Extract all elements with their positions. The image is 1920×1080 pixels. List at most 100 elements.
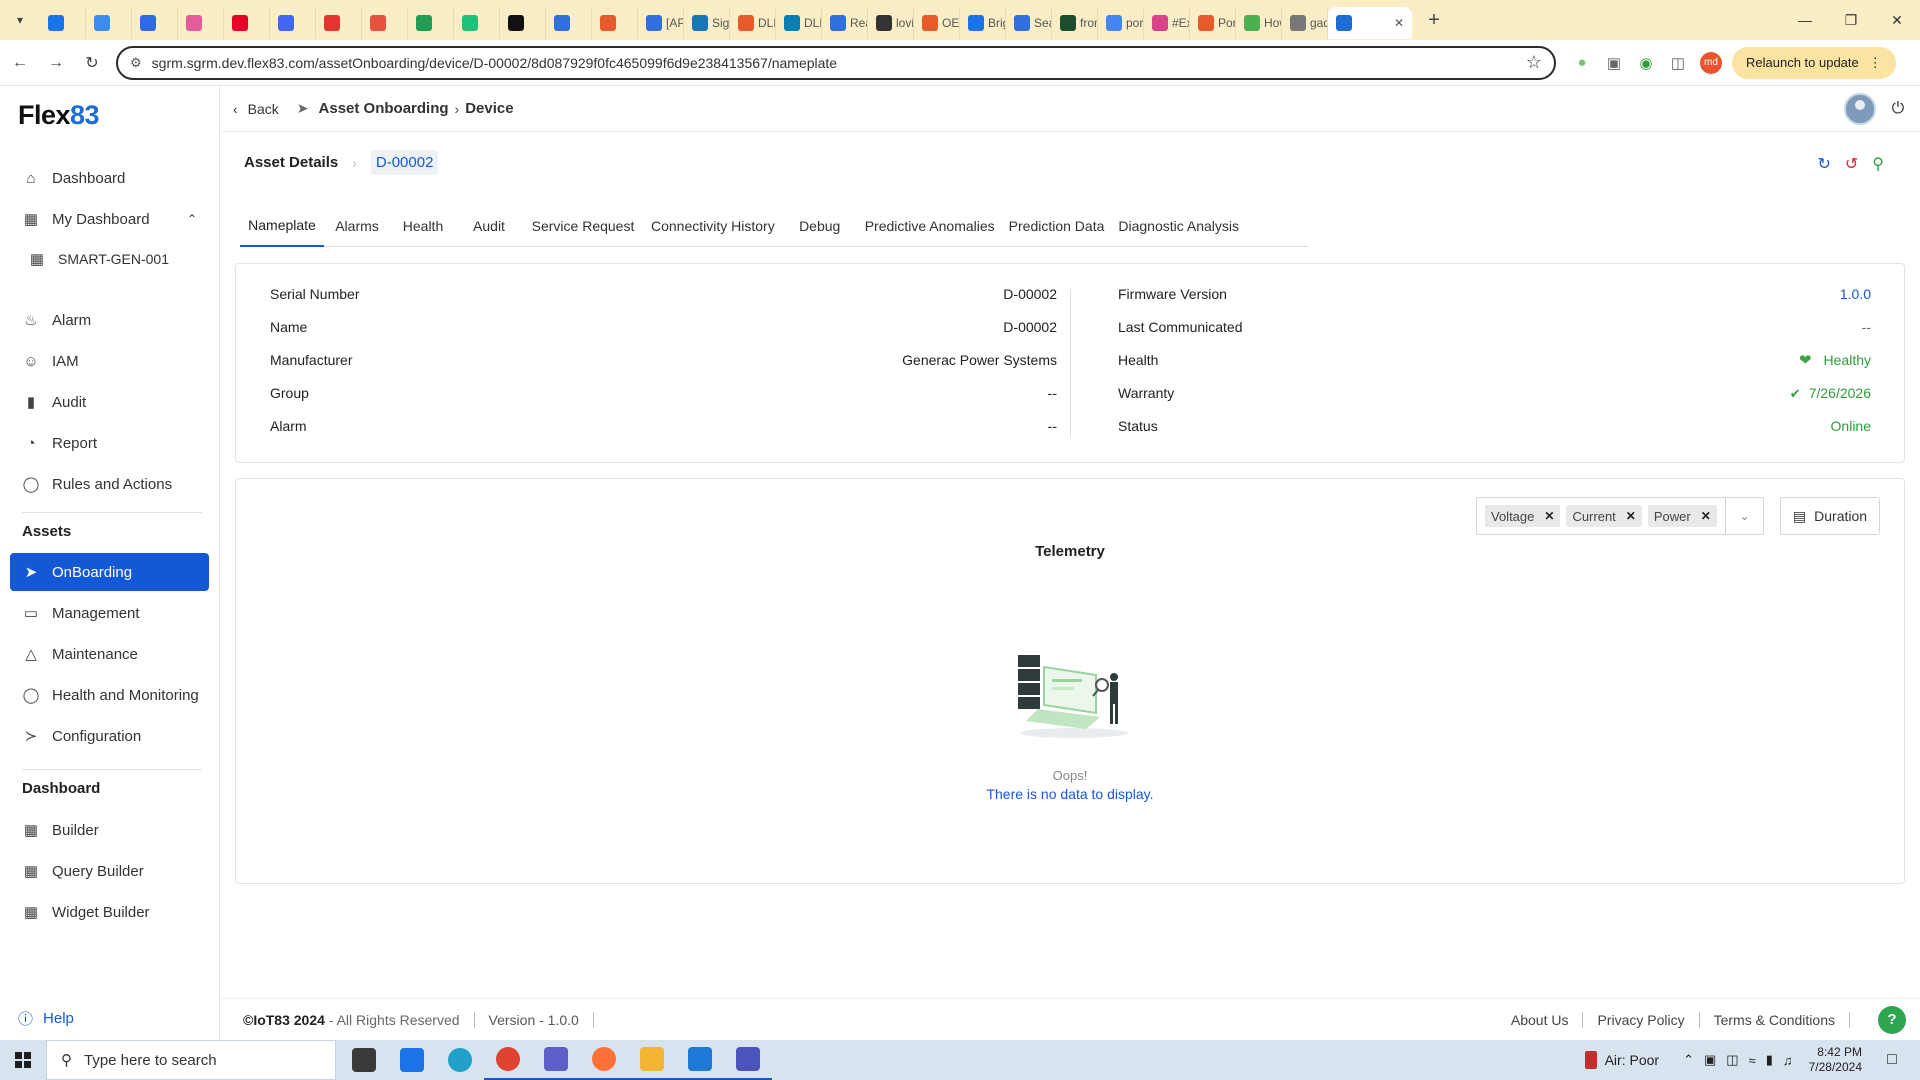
chevron-up-icon[interactable]: ⌃ xyxy=(1683,1052,1694,1068)
taskbar-teams-icon[interactable] xyxy=(532,1040,580,1080)
browser-tab[interactable] xyxy=(546,7,592,39)
browser-tab[interactable]: Brig xyxy=(960,7,1006,39)
tab-nameplate[interactable]: Nameplate xyxy=(240,205,324,247)
series-multiselect[interactable]: Voltage ✕ Current ✕ Power ✕ ⌄ xyxy=(1476,497,1764,535)
taskbar-teams-classic-icon[interactable] xyxy=(724,1040,772,1080)
browser-tab[interactable] xyxy=(500,7,546,39)
nav-iam[interactable]: ☺ IAM xyxy=(10,342,209,380)
nav-builder[interactable]: ▦ Builder xyxy=(10,811,209,849)
back-button[interactable]: ‹ Back xyxy=(233,101,279,117)
nav-query-builder[interactable]: ▦ Query Builder xyxy=(10,852,209,890)
nav-smart-gen[interactable]: ▦ SMART-GEN-001 xyxy=(10,240,209,278)
nav-onboarding[interactable]: ➤ OnBoarding xyxy=(10,553,209,591)
tab-diagnostic-analysis[interactable]: Diagnostic Analysis xyxy=(1111,205,1246,247)
about-us-link[interactable]: About Us xyxy=(1511,1012,1569,1028)
start-button[interactable] xyxy=(0,1040,46,1080)
taskbar-search[interactable]: ⚲ Type here to search xyxy=(46,1040,336,1080)
help-link[interactable]: ⓘ Help xyxy=(18,1008,74,1029)
tab-health[interactable]: Health xyxy=(390,205,456,247)
app-logo[interactable]: Flex83 xyxy=(18,100,100,131)
extension-icon[interactable]: ▣ xyxy=(1598,47,1630,79)
user-avatar[interactable] xyxy=(1844,92,1876,125)
tab-predictive-anomalies[interactable]: Predictive Anomalies xyxy=(858,205,1002,247)
nav-management[interactable]: ▭ Management xyxy=(10,594,209,632)
browser-tab[interactable]: Reac xyxy=(822,7,868,39)
nav-dashboard[interactable]: ⌂ Dashboard xyxy=(10,159,209,197)
chevron-up-icon[interactable]: ⌃ xyxy=(187,212,197,226)
address-bar[interactable]: ⚙ sgrm.sgrm.dev.flex83.com/assetOnboardi… xyxy=(116,45,1556,80)
power-icon[interactable]: ⏻ xyxy=(1876,100,1920,118)
chevron-down-icon[interactable]: ⌄ xyxy=(1725,498,1763,534)
tab-audit[interactable]: Audit xyxy=(456,205,522,247)
refresh-icon[interactable]: ↻ xyxy=(1817,154,1830,174)
tab-service-request[interactable]: Service Request xyxy=(522,205,644,247)
extension-icon[interactable]: ◉ xyxy=(1630,47,1662,79)
taskbar-edge-icon[interactable] xyxy=(436,1040,484,1080)
bookmark-star-icon[interactable]: ☆ xyxy=(1526,52,1542,73)
taskbar-task-view-icon[interactable] xyxy=(340,1040,388,1080)
breadcrumb-asset-onboarding[interactable]: Asset Onboarding xyxy=(319,100,449,117)
privacy-policy-link[interactable]: Privacy Policy xyxy=(1597,1012,1684,1028)
antenna-icon[interactable]: ⚲ xyxy=(1872,154,1884,174)
reset-icon[interactable]: ↺ xyxy=(1845,154,1858,174)
browser-tab[interactable]: DLM xyxy=(776,7,822,39)
browser-tab[interactable] xyxy=(592,7,638,39)
minimize-button[interactable]: — xyxy=(1782,0,1828,40)
browser-tab[interactable] xyxy=(316,7,362,39)
tab-prediction-data[interactable]: Prediction Data xyxy=(1002,205,1112,247)
tray-app-icon[interactable]: ▣ xyxy=(1704,1052,1716,1068)
nav-report[interactable]: ◔ Report xyxy=(10,424,209,462)
relaunch-button[interactable]: Relaunch to update ⋮ xyxy=(1732,46,1896,79)
duration-button[interactable]: ▤ Duration xyxy=(1780,497,1880,535)
volume-icon[interactable]: ♫ xyxy=(1783,1053,1793,1068)
tab-search-button[interactable]: ▾ xyxy=(0,0,40,40)
new-tab-button[interactable]: + xyxy=(1418,4,1450,36)
browser-tab[interactable] xyxy=(454,7,500,39)
url-text[interactable]: sgrm.sgrm.dev.flex83.com/assetOnboarding… xyxy=(152,55,1526,71)
browser-tab[interactable]: gadi xyxy=(1282,7,1328,39)
tab-connectivity-history[interactable]: Connectivity History xyxy=(644,205,782,247)
tab-debug[interactable]: Debug xyxy=(782,205,858,247)
close-icon[interactable]: ✕ xyxy=(1394,16,1404,30)
nav-widget-builder[interactable]: ▦ Widget Builder xyxy=(10,893,209,931)
nav-alarm[interactable]: ♨ Alarm xyxy=(10,301,209,339)
taskbar-explorer-icon[interactable] xyxy=(628,1040,676,1080)
help-fab-icon[interactable]: ? xyxy=(1878,1005,1906,1034)
browser-tab[interactable] xyxy=(408,7,454,39)
browser-tab[interactable] xyxy=(132,7,178,39)
remove-chip-icon[interactable]: ✕ xyxy=(1544,509,1554,523)
taskbar-firefox-icon[interactable] xyxy=(580,1040,628,1080)
browser-tab[interactable] xyxy=(86,7,132,39)
browser-tab[interactable] xyxy=(178,7,224,39)
browser-tab-active[interactable]: ✕ xyxy=(1328,7,1412,39)
browser-tab[interactable]: OED xyxy=(914,7,960,39)
tab-alarms[interactable]: Alarms xyxy=(324,205,390,247)
notifications-icon[interactable]: □ xyxy=(1872,1051,1912,1069)
more-menu-icon[interactable]: ⋮ xyxy=(1869,55,1882,71)
browser-tab[interactable] xyxy=(362,7,408,39)
clock[interactable]: 8:42 PM 7/28/2024 xyxy=(1809,1045,1862,1075)
taskbar-vscode-icon[interactable] xyxy=(676,1040,724,1080)
browser-tab[interactable]: How xyxy=(1236,7,1282,39)
site-info-icon[interactable]: ⚙ xyxy=(130,55,142,71)
wifi-icon[interactable]: ≈ xyxy=(1749,1053,1756,1068)
browser-tab[interactable]: Port xyxy=(1190,7,1236,39)
browser-tab[interactable]: lovir xyxy=(868,7,914,39)
browser-tab[interactable] xyxy=(224,7,270,39)
back-arrow-icon[interactable]: ← xyxy=(4,47,36,79)
nav-health-and-monitoring[interactable]: ◯ Health and Monitoring xyxy=(10,676,209,714)
reload-icon[interactable]: ↻ xyxy=(76,47,108,79)
terms-link[interactable]: Terms & Conditions xyxy=(1714,1012,1835,1028)
browser-tab[interactable] xyxy=(40,7,86,39)
browser-tab[interactable]: Sear xyxy=(1006,7,1052,39)
nav-configuration[interactable]: ≻ Configuration xyxy=(10,717,209,755)
nav-maintenance[interactable]: △ Maintenance xyxy=(10,635,209,673)
browser-tab[interactable]: Sign xyxy=(684,7,730,39)
restore-button[interactable]: ❐ xyxy=(1828,0,1874,40)
nav-rules-and-actions[interactable]: ◯ Rules and Actions xyxy=(10,465,209,503)
battery-icon[interactable]: ▮ xyxy=(1766,1052,1773,1068)
browser-tab[interactable]: from xyxy=(1052,7,1098,39)
browser-tab[interactable]: port xyxy=(1098,7,1144,39)
browser-tab[interactable]: [API xyxy=(638,7,684,39)
close-window-button[interactable]: ✕ xyxy=(1874,0,1920,40)
